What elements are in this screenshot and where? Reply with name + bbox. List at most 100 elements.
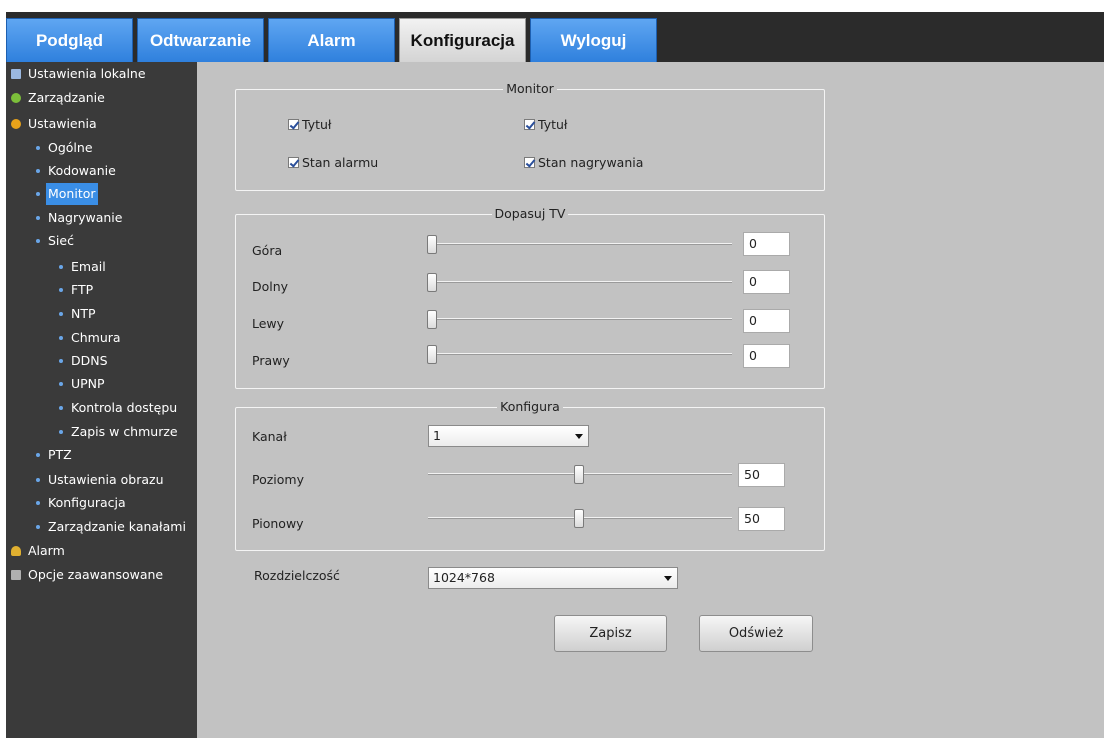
sidebar-item-chmura[interactable]: Chmura: [59, 327, 123, 349]
vertical-value[interactable]: 50: [738, 507, 785, 531]
horizontal-value[interactable]: 50: [738, 463, 785, 487]
bullet-icon: [59, 406, 63, 410]
sidebar-item-settings[interactable]: Ustawienia: [11, 113, 99, 135]
monitor-group: Monitor Tytuł Tytuł Stan alarmu Stan nag…: [235, 81, 825, 191]
resolution-select[interactable]: 1024*768: [428, 567, 678, 589]
checkbox-label: Stan alarmu: [302, 155, 379, 170]
advanced-tools-icon: [11, 570, 21, 580]
sidebar-item-label: Zarządzanie kanałami: [48, 519, 186, 534]
sidebar-item-zarzadzanie-kanalami[interactable]: Zarządzanie kanałami: [36, 516, 188, 538]
alarm-bell-icon: [11, 546, 21, 556]
sidebar-item-ddns[interactable]: DDNS: [59, 350, 110, 372]
sidebar-item-management[interactable]: Zarządzanie: [11, 87, 107, 109]
sidebar-item-local-settings[interactable]: Ustawienia lokalne: [11, 63, 148, 85]
sidebar-item-label: Ustawienia: [28, 116, 97, 131]
slider-thumb[interactable]: [574, 465, 584, 484]
vertical-slider[interactable]: [428, 508, 732, 528]
sidebar: Ustawienia lokalne Zarządzanie Ustawieni…: [6, 62, 197, 738]
sidebar-item-kontrola-dostepu[interactable]: Kontrola dostępu: [59, 397, 179, 419]
bullet-icon: [59, 359, 63, 363]
bullet-icon: [36, 192, 40, 196]
sidebar-item-label: Zapis w chmurze: [71, 424, 178, 439]
slider-thumb[interactable]: [427, 273, 437, 292]
tab-strip: Podgląd Odtwarzanie Alarm Konfiguracja W…: [6, 18, 661, 62]
tv-top-value[interactable]: 0: [743, 232, 790, 256]
tv-top-label: Góra: [252, 243, 283, 258]
tab-podglad[interactable]: Podgląd: [6, 18, 133, 62]
chevron-down-icon: [575, 434, 583, 439]
horizontal-slider[interactable]: [428, 464, 732, 484]
tv-bottom-value[interactable]: 0: [743, 270, 790, 294]
tab-odtwarzanie[interactable]: Odtwarzanie: [137, 18, 264, 62]
bullet-icon: [59, 312, 63, 316]
bullet-icon: [59, 288, 63, 292]
checkbox-recording-state[interactable]: Stan nagrywania: [524, 155, 643, 170]
bullet-icon: [36, 525, 40, 529]
refresh-button[interactable]: Odśwież: [699, 615, 813, 652]
tv-right-label: Prawy: [252, 353, 290, 368]
sidebar-item-label: Ustawienia obrazu: [48, 472, 164, 487]
sidebar-item-label: Kontrola dostępu: [71, 400, 178, 415]
checkbox-box[interactable]: [288, 157, 299, 168]
sidebar-item-opcje-zaawansowane[interactable]: Opcje zaawansowane: [11, 564, 165, 586]
save-button[interactable]: Zapisz: [554, 615, 667, 652]
bullet-icon: [59, 336, 63, 340]
slider-thumb[interactable]: [427, 345, 437, 364]
tab-konfiguracja[interactable]: Konfiguracja: [399, 18, 526, 62]
bullet-icon: [36, 453, 40, 457]
main-content: Monitor Tytuł Tytuł Stan alarmu Stan nag…: [197, 62, 1104, 738]
sidebar-item-label: NTP: [71, 306, 96, 321]
config-group: Konfigura Kanał 1 Poziomy 50 Pionowy 50: [235, 399, 825, 551]
sidebar-item-upnp[interactable]: UPNP: [59, 373, 107, 395]
tv-bottom-label: Dolny: [252, 279, 289, 294]
channel-select[interactable]: 1: [428, 425, 589, 447]
sidebar-item-ogolne[interactable]: Ogólne: [36, 137, 95, 159]
checkbox-label: Stan nagrywania: [538, 155, 644, 170]
sidebar-item-label: Chmura: [71, 330, 121, 345]
channel-label: Kanał: [252, 429, 287, 444]
checkbox-box[interactable]: [524, 157, 535, 168]
sidebar-item-monitor[interactable]: Monitor: [36, 183, 98, 205]
monitor-group-title: Monitor: [503, 81, 557, 96]
sidebar-item-ptz[interactable]: PTZ: [36, 444, 74, 466]
top-nav-bar: Podgląd Odtwarzanie Alarm Konfiguracja W…: [6, 12, 1104, 62]
slider-thumb[interactable]: [574, 509, 584, 528]
slider-thumb[interactable]: [427, 235, 437, 254]
slider-thumb[interactable]: [427, 310, 437, 329]
checkbox-alarm-state[interactable]: Stan alarmu: [288, 155, 378, 170]
tv-left-value[interactable]: 0: [743, 309, 790, 333]
tab-alarm[interactable]: Alarm: [268, 18, 395, 62]
sidebar-item-nagrywanie[interactable]: Nagrywanie: [36, 207, 124, 229]
tv-bottom-slider[interactable]: [427, 272, 732, 292]
sidebar-item-email[interactable]: Email: [59, 256, 108, 278]
sidebar-item-ntp[interactable]: NTP: [59, 303, 98, 325]
horizontal-label: Poziomy: [252, 472, 304, 487]
sidebar-item-ustawienia-obrazu[interactable]: Ustawienia obrazu: [36, 469, 166, 491]
tab-wyloguj[interactable]: Wyloguj: [530, 18, 657, 62]
bullet-icon: [59, 382, 63, 386]
sidebar-item-siec[interactable]: Sieć: [36, 230, 76, 252]
bullet-icon: [36, 216, 40, 220]
bullet-icon: [36, 478, 40, 482]
sidebar-item-label: PTZ: [48, 447, 72, 462]
checkbox-box[interactable]: [288, 119, 299, 130]
sidebar-item-ftp[interactable]: FTP: [59, 279, 95, 301]
sidebar-item-kodowanie[interactable]: Kodowanie: [36, 160, 118, 182]
sidebar-item-alarm[interactable]: Alarm: [11, 540, 67, 562]
sidebar-item-label: Kodowanie: [48, 163, 116, 178]
tv-left-label: Lewy: [252, 316, 285, 331]
tv-top-slider[interactable]: [427, 234, 732, 254]
checkbox-title-1[interactable]: Tytuł: [288, 117, 331, 132]
sidebar-item-konfiguracja[interactable]: Konfiguracja: [36, 492, 128, 514]
resolution-label: Rozdzielczość: [254, 568, 340, 583]
sidebar-item-zapis-w-chmurze[interactable]: Zapis w chmurze: [59, 421, 180, 443]
sidebar-item-label: Opcje zaawansowane: [28, 567, 164, 582]
sidebar-item-label: Zarządzanie: [28, 90, 105, 105]
tv-right-value[interactable]: 0: [743, 344, 790, 368]
sidebar-item-label: Alarm: [28, 543, 65, 558]
channel-select-value: 1: [433, 428, 441, 443]
tv-left-slider[interactable]: [427, 309, 732, 329]
checkbox-title-2[interactable]: Tytuł: [524, 117, 567, 132]
tv-right-slider[interactable]: [427, 344, 732, 364]
checkbox-box[interactable]: [524, 119, 535, 130]
